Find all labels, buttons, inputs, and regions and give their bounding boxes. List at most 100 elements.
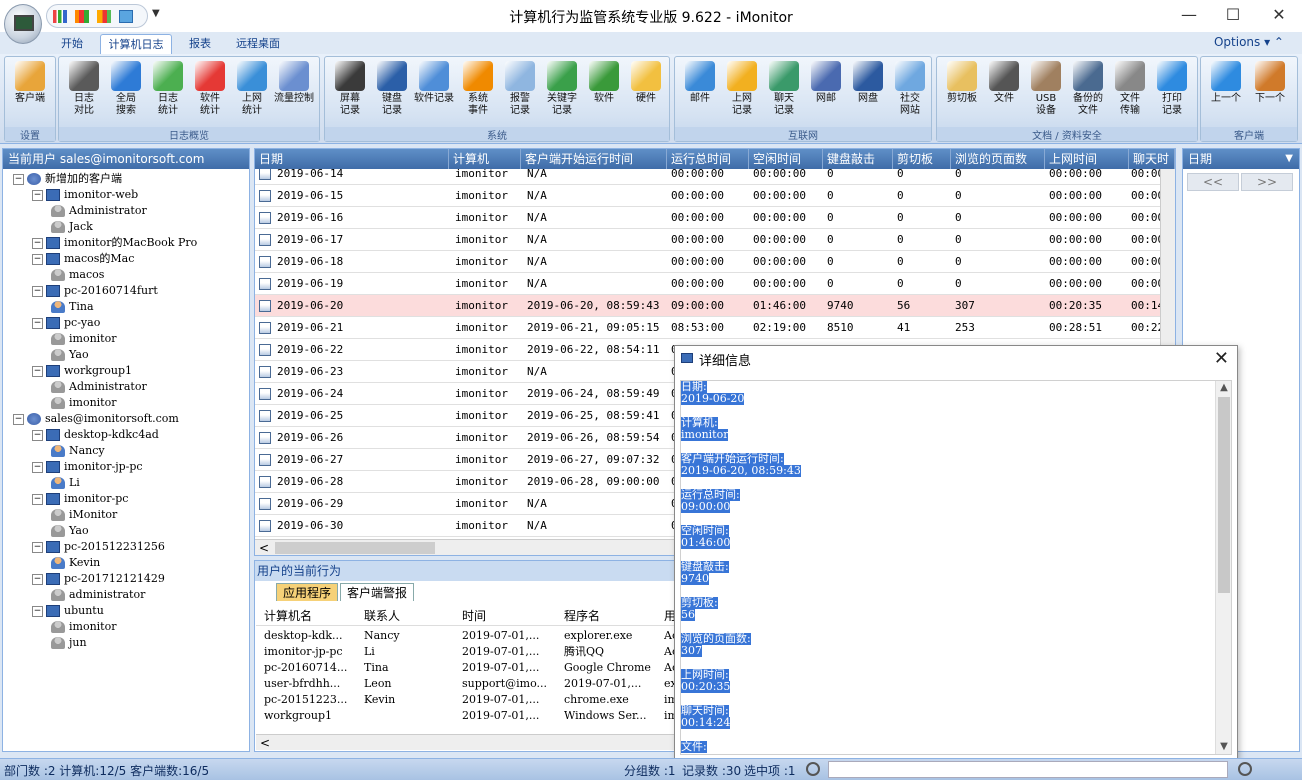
ribbon-button-2-3[interactable]: 系统 事件 — [457, 61, 499, 127]
list-item[interactable]: imonitor-jp-pcLi2019-07-01,...腾讯QQAc — [262, 644, 676, 660]
behavior-column-header[interactable]: 时间 — [462, 607, 486, 624]
column-header[interactable]: 计算机 — [449, 149, 521, 169]
ribbon-button-0-0[interactable]: 客户端 — [9, 61, 51, 127]
ribbon-button-3-3[interactable]: 网邮 — [805, 61, 847, 127]
ribbon-button-2-4[interactable]: 报警 记录 — [499, 61, 541, 127]
collapse-icon[interactable]: − — [32, 573, 43, 585]
tree-node[interactable]: − pc-201512231256 — [32, 539, 165, 555]
detail-vscroll[interactable]: ▲ ▼ — [1215, 381, 1231, 754]
collapse-icon[interactable]: − — [32, 237, 43, 249]
list-item[interactable]: desktop-kdk... Nancy 2019-07-01,... explore… — [262, 628, 676, 644]
ribbon-button-5-1[interactable]: 下一个 — [1249, 61, 1291, 127]
ribbon-button-1-0[interactable]: 日志 对比 — [63, 61, 105, 127]
collapse-icon[interactable]: − — [32, 461, 43, 473]
collapse-icon[interactable]: − — [13, 413, 24, 425]
ribbon-button-3-0[interactable]: 邮件 — [679, 61, 721, 127]
column-header[interactable]: 日期 — [255, 149, 449, 169]
column-header[interactable]: 空闲时间 — [749, 149, 823, 169]
date-next-button[interactable]: >> — [1241, 173, 1293, 191]
tree-node[interactable]: − desktop-kdkc4ad — [32, 427, 159, 443]
tree-node[interactable]: Administrator — [51, 379, 147, 395]
list-item[interactable]: pc-20160714... Tina 2019-07-01,... Google C… — [262, 660, 676, 676]
table-row[interactable]: 2019-06-17 imonitor N/A 00:00:00 00:00:00 0 0 0… — [255, 229, 1160, 251]
column-header[interactable]: 运行总时间 — [667, 149, 749, 169]
list-item[interactable]: workgroup1 2019-07-01,... Windows Ser... im — [262, 708, 676, 724]
tab-start[interactable]: 开始 — [52, 34, 92, 54]
tree-node[interactable]: Yao — [51, 523, 89, 539]
tree-node[interactable]: − 新增加的客户端 — [13, 171, 122, 187]
tree-node[interactable]: Jack — [51, 219, 93, 235]
ribbon-button-1-5[interactable]: 流量控制 — [273, 61, 315, 127]
collapse-icon[interactable]: − — [32, 317, 43, 329]
behavior-hscroll[interactable]: < — [256, 734, 674, 750]
tree-node[interactable]: − pc-yao — [32, 315, 100, 331]
tab-applications[interactable]: 应用程序 — [276, 583, 339, 601]
behavior-column-header[interactable]: 计算机名 — [264, 607, 312, 624]
collapse-icon[interactable]: − — [32, 493, 43, 505]
current-user-header[interactable]: 当前用户 sales@imonitorsoft.com (Stan...▼ — [3, 149, 249, 186]
tree-node[interactable]: − imonitor的MacBook Pro — [32, 235, 197, 251]
ribbon-button-2-7[interactable]: 硬件 — [625, 61, 667, 127]
tree-node[interactable]: imonitor — [51, 395, 116, 411]
ribbon-button-1-1[interactable]: 全局 搜索 — [105, 61, 147, 127]
tree-node[interactable]: iMonitor — [51, 507, 117, 523]
ribbon-button-3-5[interactable]: 社交 网站 — [889, 61, 931, 127]
table-row[interactable]: 2019-06-19 imonitor N/A 00:00:00 00:00:00 0 0 0… — [255, 273, 1160, 295]
tab-computer-log[interactable]: 计算机日志 — [100, 34, 172, 54]
tree-node[interactable]: Li — [51, 475, 80, 491]
ribbon-button-2-1[interactable]: 键盘 记录 — [371, 61, 413, 127]
column-header[interactable]: 上网时间 — [1045, 149, 1129, 169]
table-row[interactable]: 2019-06-14 imonitor N/A 00:00:00 00:00:00 0 0 0… — [255, 169, 1160, 185]
ribbon-button-2-6[interactable]: 软件 — [583, 61, 625, 127]
tree-node[interactable]: − workgroup1 — [32, 363, 132, 379]
ribbon-button-2-0[interactable]: 屏幕 记录 — [329, 61, 371, 127]
table-row[interactable]: 2019-06-15 imonitor N/A 00:00:00 00:00:00 0 0 0… — [255, 185, 1160, 207]
table-row[interactable]: 2019-06-21 imonitor 2019-06-21, 09:05:15 08… — [255, 317, 1160, 339]
tree-node[interactable]: − imonitor-pc — [32, 491, 128, 507]
tree-node[interactable]: − pc-20160714furt — [32, 283, 158, 299]
tree-node[interactable]: administrator — [51, 587, 145, 603]
tree-node[interactable]: − imonitor-jp-pc — [32, 459, 143, 475]
collapse-icon[interactable]: − — [32, 429, 43, 441]
search-icon[interactable] — [806, 762, 820, 776]
collapse-icon[interactable]: − — [32, 365, 43, 377]
ribbon-button-4-4[interactable]: 文件 传输 — [1109, 61, 1151, 127]
status-search-input[interactable] — [828, 761, 1228, 778]
collapse-icon[interactable]: − — [32, 541, 43, 553]
table-row[interactable]: 2019-06-18 imonitor N/A 00:00:00 00:00:00 0 0 0… — [255, 251, 1160, 273]
ribbon-button-2-5[interactable]: 关键字 记录 — [541, 61, 583, 127]
ribbon-button-3-4[interactable]: 网盘 — [847, 61, 889, 127]
behavior-column-header[interactable]: 程序名 — [564, 607, 600, 624]
tree-node[interactable]: − macos的Mac — [32, 251, 134, 267]
tree-node[interactable]: − pc-201712121429 — [32, 571, 165, 587]
table-row[interactable]: 2019-06-20 imonitor 2019-06-20, 08:59:43 09… — [255, 295, 1160, 317]
tab-reports[interactable]: 报表 — [180, 34, 220, 54]
tree-node[interactable]: Tina — [51, 299, 94, 315]
column-header[interactable]: 客户端开始运行时间 — [521, 149, 667, 169]
list-item[interactable]: pc-20151223... Kevin 2019-07-01,... chrome.… — [262, 692, 676, 708]
ribbon-button-4-5[interactable]: 打印 记录 — [1151, 61, 1193, 127]
ribbon-button-1-2[interactable]: 日志 统计 — [147, 61, 189, 127]
ribbon-button-4-0[interactable]: 剪切板 — [941, 61, 983, 127]
tree-node[interactable]: jun — [51, 635, 87, 651]
column-header[interactable]: 剪切板 — [893, 149, 951, 169]
maximize-button[interactable]: ☐ — [1218, 4, 1248, 26]
column-header[interactable]: 聊天时 — [1129, 149, 1175, 169]
date-prev-button[interactable]: << — [1187, 173, 1239, 191]
column-header[interactable]: 浏览的页面数 — [951, 149, 1045, 169]
ribbon-button-3-1[interactable]: 上网 记录 — [721, 61, 763, 127]
tree-node[interactable]: Nancy — [51, 443, 105, 459]
ribbon-button-4-2[interactable]: USB 设备 — [1025, 61, 1067, 127]
search-icon-right[interactable] — [1238, 762, 1252, 776]
ribbon-button-3-2[interactable]: 聊天 记录 — [763, 61, 805, 127]
ribbon-button-4-1[interactable]: 文件 — [983, 61, 1025, 127]
tree-node[interactable]: − sales@imonitorsoft.com — [13, 411, 179, 427]
tree-node[interactable]: − ubuntu — [32, 603, 104, 619]
tree-node[interactable]: imonitor — [51, 619, 116, 635]
list-item[interactable]: user-bfrdhh... Leon support@imo... 2019-07-… — [262, 676, 676, 692]
options-menu[interactable]: Options ▾ ⌃ — [1214, 35, 1284, 49]
ribbon-button-5-0[interactable]: 上一个 — [1205, 61, 1247, 127]
detail-text-area[interactable]: 日期: 2019-06-20 计算机: imonitor 客户端开始运行时间: 2019-… — [680, 380, 1232, 755]
close-button[interactable]: ✕ — [1264, 4, 1294, 26]
collapse-icon[interactable]: − — [13, 173, 24, 185]
